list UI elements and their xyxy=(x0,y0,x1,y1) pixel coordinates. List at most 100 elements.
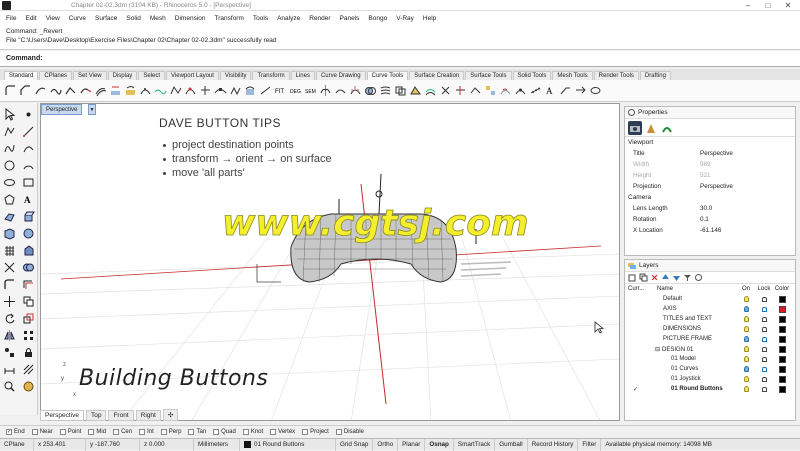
tab-surface-creation[interactable]: Surface Creation xyxy=(409,71,465,80)
tab-standard[interactable]: Standard xyxy=(4,71,39,80)
change-degree-icon[interactable] xyxy=(334,83,347,98)
layer-lock-toggle[interactable] xyxy=(755,326,773,332)
fair-curve-icon[interactable] xyxy=(154,83,167,98)
osnap-option[interactable]: Knot xyxy=(242,429,263,435)
tab-drafting[interactable]: Drafting xyxy=(639,71,671,80)
osnap-option[interactable]: ✓ End xyxy=(6,429,25,435)
units-label[interactable]: Millimeters xyxy=(194,438,240,451)
blend-curves-icon[interactable] xyxy=(34,83,47,98)
layer-color-swatch[interactable] xyxy=(773,345,791,353)
tools-icon[interactable] xyxy=(694,273,703,282)
camera-tab-icon[interactable] xyxy=(628,120,642,135)
tab-select[interactable]: Select xyxy=(138,71,165,80)
add-viewport-tab-icon[interactable]: ✣ xyxy=(162,409,179,421)
edit-point-icon[interactable] xyxy=(184,83,197,98)
osnap-checkbox[interactable] xyxy=(59,429,66,435)
menu-tools[interactable]: Tools xyxy=(253,15,268,22)
osnap-option[interactable]: Mid xyxy=(88,429,106,435)
osnap-option[interactable]: Int xyxy=(139,429,154,435)
tab-curve-tools[interactable]: Curve Tools xyxy=(366,71,409,80)
osnap-checkbox[interactable] xyxy=(139,429,146,435)
ortho-toggle[interactable]: Ortho xyxy=(373,438,399,451)
menu-transform[interactable]: Transform xyxy=(215,15,244,22)
layer-visibility-toggle[interactable] xyxy=(737,306,755,312)
osnap-option[interactable]: Disable xyxy=(335,429,364,435)
layer-color-swatch[interactable] xyxy=(773,315,791,323)
layer-row[interactable]: PICTURE FRAME xyxy=(625,334,795,344)
x-location-field[interactable]: -61.146 xyxy=(700,227,795,234)
offset-curve-icon[interactable] xyxy=(94,83,107,98)
insert-knot-icon[interactable] xyxy=(214,83,227,98)
osnap-option[interactable]: Vertex xyxy=(270,429,295,435)
osnap-checkbox[interactable] xyxy=(88,429,95,435)
lens-length-field[interactable]: 30.0 xyxy=(700,205,795,212)
layer-color-swatch[interactable] xyxy=(773,325,791,333)
osnap-option[interactable]: Perp xyxy=(160,429,181,435)
rebuild-curve-icon[interactable] xyxy=(139,83,152,98)
leader-icon[interactable] xyxy=(559,83,572,98)
menu-mesh[interactable]: Mesh xyxy=(150,15,166,22)
cplane-label[interactable]: CPlane xyxy=(0,438,34,451)
layer-name[interactable]: AXIS xyxy=(657,306,737,312)
array-icon[interactable] xyxy=(21,328,36,343)
viewport-tab-right[interactable]: Right xyxy=(135,409,161,421)
connect-curves-icon[interactable] xyxy=(64,83,77,98)
tab-solid-tools[interactable]: Solid Tools xyxy=(512,71,552,80)
divide-icon[interactable] xyxy=(529,83,542,98)
layer-row[interactable]: ✓ 01 Round Buttons xyxy=(625,384,795,394)
arc-icon[interactable] xyxy=(21,158,36,173)
control-points-icon[interactable] xyxy=(169,83,182,98)
project-curve-icon[interactable] xyxy=(109,83,122,98)
layer-color-swatch[interactable] xyxy=(773,305,791,313)
osnap-checkbox[interactable] xyxy=(213,429,220,435)
hatch-icon[interactable] xyxy=(21,362,36,377)
layer-color-swatch[interactable] xyxy=(773,355,791,363)
tab-viewport-layout[interactable]: Viewport Layout xyxy=(166,71,219,80)
select-arrow-icon[interactable] xyxy=(2,107,17,122)
col-lock[interactable]: Lock xyxy=(755,286,773,292)
tab-display[interactable]: Display xyxy=(107,71,138,80)
menu-vray[interactable]: V-Ray xyxy=(396,15,414,22)
layer-row[interactable]: 01 Model xyxy=(625,354,795,364)
layer-row[interactable]: DIMENSIONS xyxy=(625,324,795,334)
menu-file[interactable]: File xyxy=(6,15,16,22)
point-icon[interactable] xyxy=(21,107,36,122)
curve-icon[interactable] xyxy=(2,141,17,156)
new-sublayer-icon[interactable] xyxy=(639,273,648,282)
filter-icon[interactable] xyxy=(683,273,692,282)
layer-lock-toggle[interactable] xyxy=(755,356,773,362)
osnap-checkbox[interactable] xyxy=(188,429,195,435)
sub-crv-icon[interactable] xyxy=(499,83,512,98)
layer-visibility-toggle[interactable] xyxy=(737,336,755,342)
menu-panels[interactable]: Panels xyxy=(340,15,360,22)
polygon-icon[interactable] xyxy=(2,192,17,207)
layer-visibility-toggle[interactable] xyxy=(737,346,755,352)
layer-row[interactable]: Default xyxy=(625,294,795,304)
viewport-tab-perspective[interactable]: Perspective xyxy=(40,409,84,421)
layer-row[interactable]: TITLES and TEXT xyxy=(625,314,795,324)
layer-visibility-toggle[interactable] xyxy=(737,296,755,302)
layer-name[interactable]: 01 Joystick xyxy=(657,376,737,382)
col-on[interactable]: On xyxy=(737,286,755,292)
current-layer[interactable]: 01 Round Buttons xyxy=(240,438,336,451)
osnap-checkbox[interactable] xyxy=(113,429,120,435)
rectangle-icon[interactable] xyxy=(21,175,36,190)
osnap-checkbox[interactable] xyxy=(335,429,342,435)
layer-name[interactable]: 01 Round Buttons xyxy=(657,386,737,392)
projection-select[interactable]: Perspective xyxy=(700,183,795,190)
circle-icon[interactable] xyxy=(2,158,17,173)
prop-value-title[interactable]: Perspective xyxy=(700,150,795,157)
move-up-icon[interactable] xyxy=(661,273,670,282)
move-down-icon[interactable] xyxy=(672,273,681,282)
perspective-viewport[interactable]: Perspective ▼ DAVE BUTTON TIPS project d… xyxy=(40,103,620,421)
layer-lock-toggle[interactable] xyxy=(755,336,773,342)
layer-row[interactable]: ⊟ DESIGN 01 xyxy=(625,344,795,354)
layer-color-swatch[interactable] xyxy=(773,365,791,373)
planar-toggle[interactable]: Planar xyxy=(398,438,426,451)
layer-row[interactable]: 01 Curves xyxy=(625,364,795,374)
viewport-title-tab[interactable]: Perspective xyxy=(41,104,83,115)
menu-render[interactable]: Render xyxy=(309,15,330,22)
layer-lock-toggle[interactable] xyxy=(755,376,773,382)
dimension-icon[interactable] xyxy=(2,362,17,377)
trim-icon[interactable] xyxy=(439,83,452,98)
